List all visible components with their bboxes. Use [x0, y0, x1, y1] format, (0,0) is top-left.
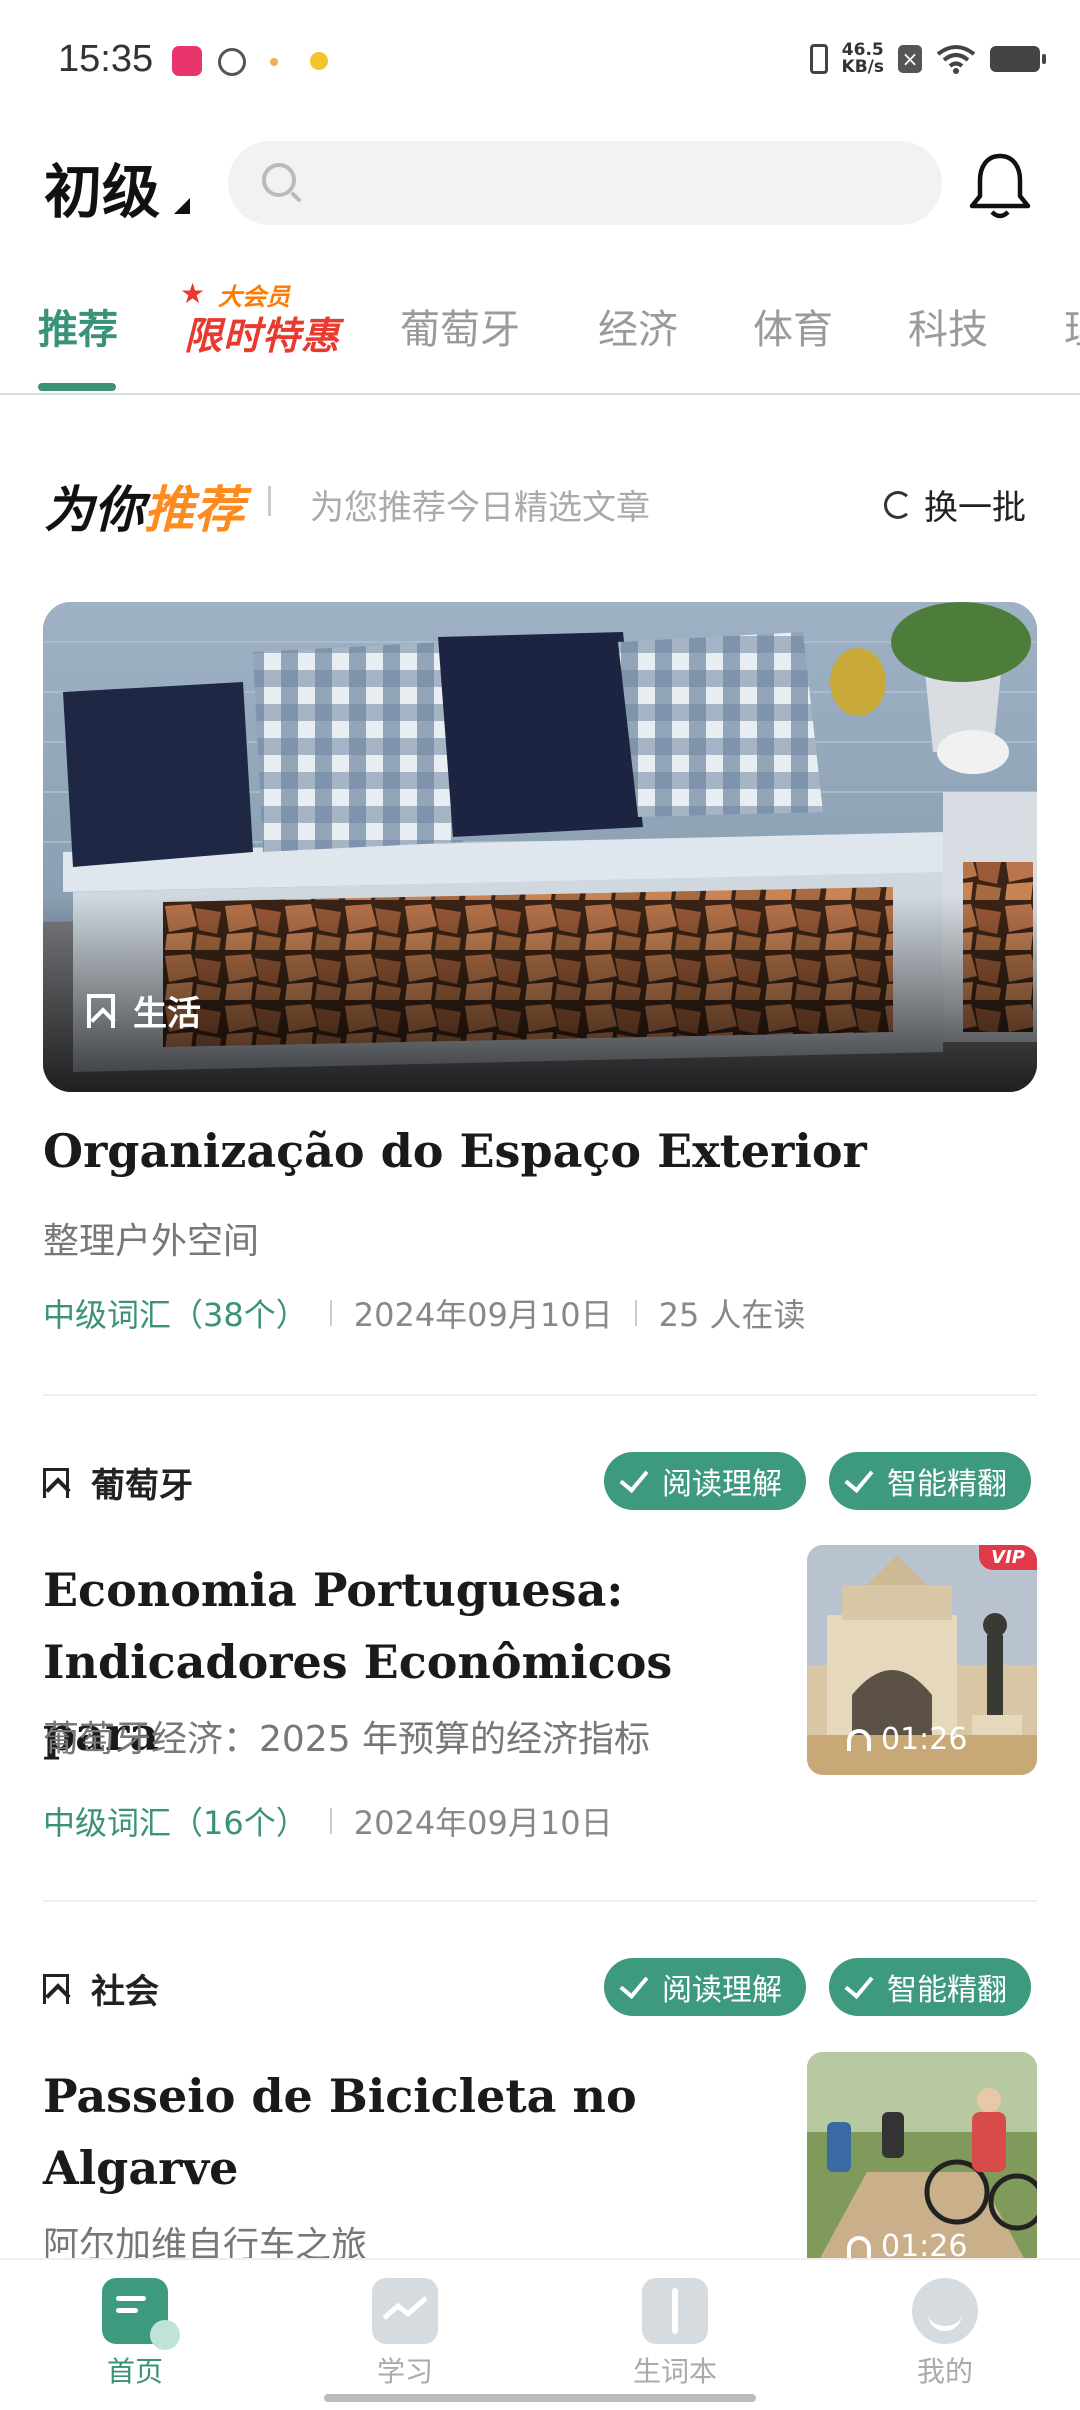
tab-economy[interactable]: 经济 [598, 297, 678, 355]
category-tabs: 推荐 ★ 大会员 限时特惠 葡萄牙 经济 体育 科技 理 [0, 277, 1080, 395]
publish-date: 2024年09月10日 [353, 1296, 613, 1334]
article-subtitle: 葡萄牙经济：2025 年预算的经济指标 [43, 1719, 651, 1760]
nav-study[interactable]: 学习 [325, 2278, 485, 2390]
hero-category: 生活 [87, 986, 201, 1035]
headphone-icon [847, 2235, 871, 2258]
divider [43, 1900, 1037, 1902]
level-selector[interactable]: 初级 [44, 145, 160, 229]
check-icon [619, 1462, 649, 1494]
badge-reading: 阅读理解 [604, 1452, 806, 1510]
tab-more[interactable]: 理 [1064, 297, 1080, 355]
tab-recommend[interactable]: 推荐 [38, 297, 118, 355]
close-notification-icon: × [898, 45, 922, 73]
notification-dot-icon [270, 58, 278, 66]
status-time: 15:35 [58, 38, 154, 80]
divider [43, 1394, 1037, 1396]
nav-wordbook[interactable]: 生词本 [595, 2278, 755, 2390]
section-title: 为你推荐 [44, 481, 244, 539]
reader-count: 25 人在读 [658, 1296, 806, 1334]
nav-me[interactable]: 我的 [865, 2278, 1025, 2390]
notification-flower-icon [310, 52, 328, 70]
level-caret-icon [174, 198, 190, 214]
audio-duration: 01:26 [847, 1722, 967, 1757]
check-icon [619, 1968, 649, 2000]
bookmark-icon [43, 1973, 69, 2004]
search-input[interactable] [310, 150, 914, 218]
tab-sports[interactable]: 体育 [753, 297, 833, 355]
promo-tab[interactable]: ★ 大会员 限时特惠 [180, 277, 341, 358]
article-thumbnail[interactable]: 01:26 [807, 2052, 1037, 2282]
badge-reading: 阅读理解 [604, 1958, 806, 2016]
hero-subtitle: 整理户外空间 [43, 1221, 260, 1262]
check-icon [844, 1462, 874, 1494]
vocab-count: 中级词汇（38个） [43, 1296, 308, 1334]
status-bar: 15:35 46.5 KB/s × [0, 0, 1080, 120]
notification-app-icon [172, 46, 202, 76]
gesture-bar [324, 2394, 756, 2402]
vocab-count: 中级词汇（16个） [43, 1804, 308, 1842]
bookmark-icon [43, 1467, 69, 1498]
check-icon [844, 1968, 874, 2000]
badge-translate: 智能精翻 [829, 1452, 1031, 1510]
promo-bottom-label: 限时特惠 [184, 314, 341, 358]
search-icon [262, 163, 296, 197]
nav-home[interactable]: 首页 [55, 2278, 215, 2390]
home-icon [102, 2278, 180, 2350]
status-right: 46.5 KB/s × [809, 40, 1046, 77]
article-title[interactable]: Passeio de Bicicleta no Algarve [43, 2060, 783, 2204]
hero-meta: 中级词汇（38个） 2024年09月10日 25 人在读 [43, 1290, 806, 1336]
vip-badge: VIP [979, 1545, 1037, 1570]
hero-image[interactable]: 生活 [43, 602, 1037, 1092]
battery-icon [990, 46, 1046, 72]
profile-icon [912, 2278, 978, 2344]
wordbook-icon [642, 2278, 708, 2344]
section-divider [268, 486, 271, 516]
section-subtitle: 为您推荐今日精选文章 [310, 488, 650, 528]
headphone-icon [847, 1728, 871, 1751]
bookmark-icon [87, 993, 115, 1028]
tab-portugal[interactable]: 葡萄牙 [400, 297, 520, 355]
article-thumbnail[interactable]: VIP 01:26 [807, 1545, 1037, 1775]
bottom-nav: 首页 学习 生词本 我的 [0, 2258, 1080, 2410]
article-category: 葡萄牙 [43, 1458, 193, 1507]
article-meta: 中级词汇（16个） 2024年09月10日 [43, 1798, 613, 1844]
hero-title[interactable]: Organização do Espaço Exterior [43, 1124, 867, 1178]
refresh-icon [884, 490, 912, 519]
badge-translate: 智能精翻 [829, 1958, 1031, 2016]
refresh-button[interactable]: 换一批 [884, 480, 1026, 529]
bell-icon[interactable] [968, 150, 1032, 222]
study-icon [372, 2278, 438, 2344]
tab-tech[interactable]: 科技 [908, 297, 988, 355]
wifi-icon [936, 45, 976, 74]
tab-active-indicator [38, 383, 116, 391]
net-speed: 46.5 KB/s [841, 40, 884, 77]
article-category: 社会 [43, 1964, 159, 2013]
vibrate-icon [809, 44, 828, 74]
notification-link-icon [218, 48, 246, 76]
publish-date: 2024年09月10日 [353, 1804, 613, 1842]
